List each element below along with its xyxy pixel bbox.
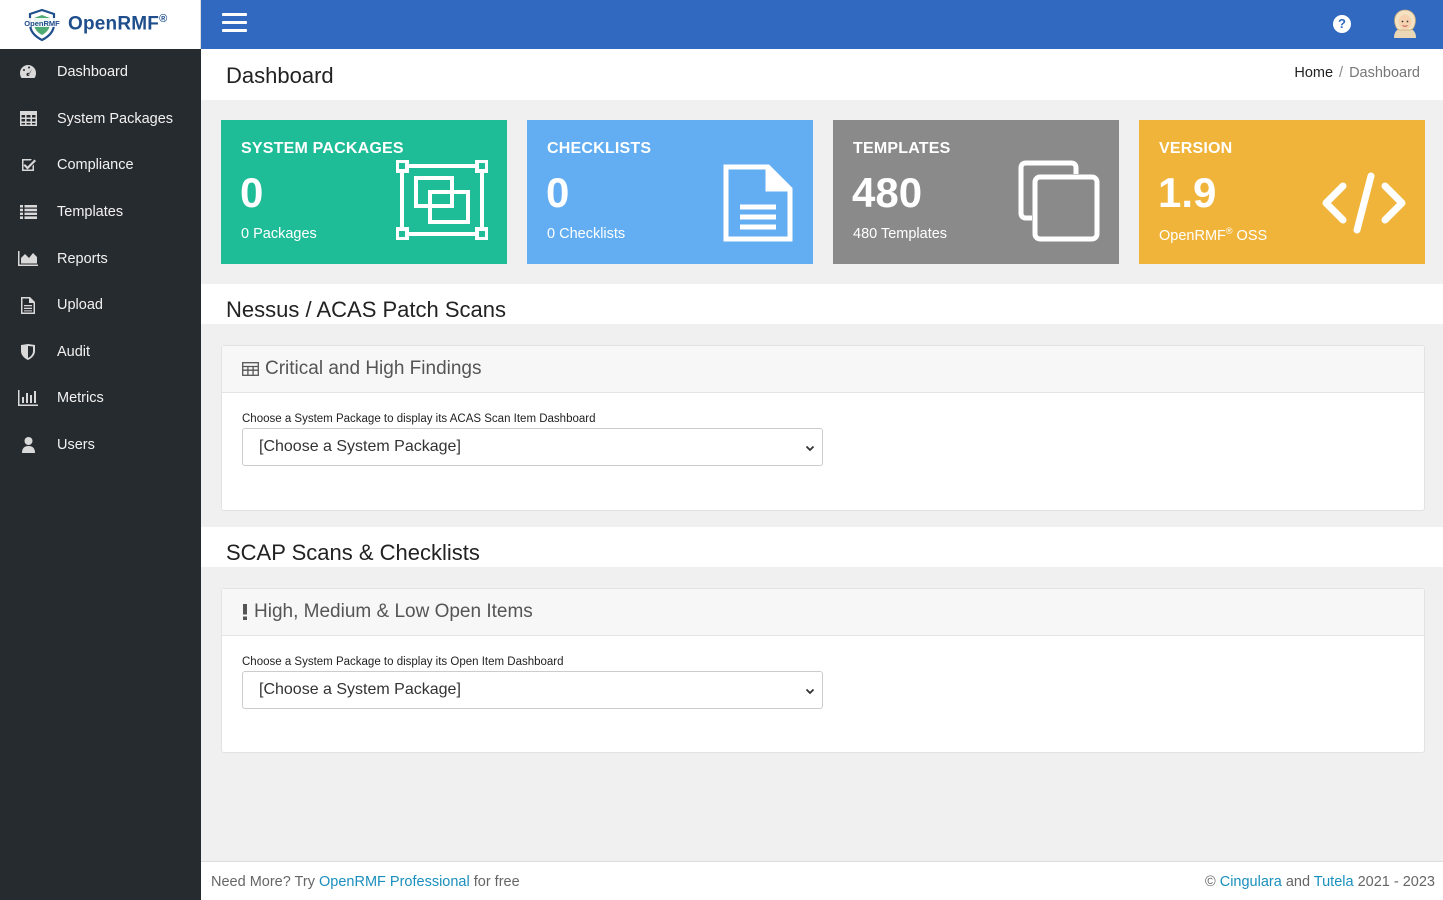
- code-icon: [1321, 172, 1407, 239]
- chevron-down-icon: [804, 441, 816, 459]
- field-label: Choose a System Package to display its O…: [242, 656, 564, 668]
- info-box-subtext: 480 Templates: [853, 226, 948, 242]
- content-header: Dashboard Home / Dashboard: [201, 49, 1443, 100]
- section-band-nessus: Nessus / ACAS Patch Scans: [201, 284, 1443, 324]
- page-title: Dashboard: [226, 63, 334, 88]
- sidebar-item-label: Metrics: [57, 390, 104, 407]
- openrmf-logo: OpenRMF: [22, 8, 62, 42]
- table-icon: [18, 110, 38, 128]
- system-package-select-acas[interactable]: [Choose a System Package]: [242, 428, 823, 466]
- info-box-subtext: 0 Checklists: [547, 226, 626, 242]
- sidebar-item-label: Dashboard: [57, 64, 128, 81]
- exclamation-icon: [242, 604, 248, 620]
- gauge-icon: [18, 63, 38, 81]
- breadcrumb-separator: /: [1339, 65, 1344, 81]
- help-icon[interactable]: ?: [1333, 15, 1351, 33]
- info-box-title: SYSTEM PACKAGES: [241, 140, 404, 157]
- info-box-checklists[interactable]: CHECKLISTS 0 0 Checklists: [527, 120, 813, 264]
- table-icon: [242, 362, 259, 376]
- info-box-subtext: OpenRMF® OSS: [1159, 226, 1268, 244]
- cingulara-link[interactable]: Cingulara: [1220, 874, 1282, 890]
- logo-text: OpenRMF: [24, 18, 60, 28]
- topbar: ?: [201, 0, 1443, 49]
- sidebar-item-label: Compliance: [57, 157, 134, 174]
- breadcrumb: Home / Dashboard: [1294, 65, 1420, 81]
- copy-icon: [1018, 160, 1100, 247]
- select-value: [Choose a System Package]: [259, 681, 461, 698]
- info-box-title: TEMPLATES: [853, 140, 951, 157]
- brand[interactable]: OpenRMF OpenRMF®: [0, 0, 201, 49]
- sidebar-item-label: Audit: [57, 343, 91, 360]
- sidebar-item-label: Upload: [57, 297, 103, 314]
- breadcrumb-home[interactable]: Home: [1294, 65, 1333, 81]
- sidebar-item-users[interactable]: Users: [0, 422, 201, 469]
- info-box-value: 0: [240, 169, 264, 216]
- menu-toggle-icon[interactable]: [222, 13, 247, 35]
- info-box-subtext: 0 Packages: [241, 226, 317, 242]
- object-group-icon: [395, 159, 489, 245]
- openrmf-professional-link[interactable]: OpenRMF Professional: [319, 874, 470, 890]
- info-box-value: 480: [852, 169, 923, 216]
- sidebar-item-system-packages[interactable]: System Packages: [0, 96, 201, 143]
- card-header: Critical and High Findings: [222, 346, 1424, 393]
- info-box-title: CHECKLISTS: [547, 140, 652, 157]
- card-title: Critical and High Findings: [265, 358, 482, 379]
- file-icon: [18, 296, 38, 314]
- sidebar-item-label: System Packages: [57, 110, 174, 127]
- info-box-value: 1.9: [1158, 169, 1217, 216]
- info-box-templates[interactable]: TEMPLATES 480 480 Templates: [833, 120, 1119, 264]
- footer: Need More? Try OpenRMF Professional for …: [201, 861, 1443, 900]
- shield-icon: [18, 343, 38, 361]
- check-square-icon: [18, 156, 38, 174]
- sidebar-item-audit[interactable]: Audit: [0, 329, 201, 376]
- sidebar-item-compliance[interactable]: Compliance: [0, 142, 201, 189]
- list-icon: [18, 203, 38, 221]
- info-box-system-packages[interactable]: SYSTEM PACKAGES 0 0 Packages: [221, 120, 507, 264]
- section-title-scap: SCAP Scans & Checklists: [226, 540, 480, 565]
- sidebar-nav: Dashboard System Packages Compliance Tem…: [0, 49, 201, 468]
- user-avatar[interactable]: [1391, 8, 1419, 38]
- card-critical-high-findings: Critical and High Findings Choose a Syst…: [221, 345, 1425, 511]
- sidebar-item-label: Templates: [57, 204, 124, 221]
- field-label: Choose a System Package to display its A…: [242, 413, 596, 425]
- sidebar-item-dashboard[interactable]: Dashboard: [0, 49, 201, 96]
- card-title: High, Medium & Low Open Items: [254, 601, 533, 622]
- sidebar-item-label: Users: [57, 437, 95, 454]
- footer-left: Need More? Try OpenRMF Professional for …: [211, 874, 520, 890]
- footer-right: © Cingulara and Tutela 2021 - 2023: [1205, 874, 1435, 890]
- select-value: [Choose a System Package]: [259, 438, 461, 455]
- sidebar-item-label: Reports: [57, 250, 108, 267]
- sidebar-item-reports[interactable]: Reports: [0, 235, 201, 282]
- sidebar-item-templates[interactable]: Templates: [0, 189, 201, 236]
- section-title-nessus: Nessus / ACAS Patch Scans: [226, 297, 507, 322]
- section-band-scap: SCAP Scans & Checklists: [201, 527, 1443, 567]
- system-package-select-open-items[interactable]: [Choose a System Package]: [242, 671, 823, 709]
- tutela-link[interactable]: Tutela: [1314, 874, 1354, 890]
- info-box-value: 0: [546, 169, 570, 216]
- card-header: High, Medium & Low Open Items: [222, 589, 1424, 636]
- card-body: Choose a System Package to display its A…: [222, 393, 1424, 466]
- sidebar-item-upload[interactable]: Upload: [0, 282, 201, 329]
- bar-chart-icon: [18, 389, 38, 407]
- card-open-items: High, Medium & Low Open Items Choose a S…: [221, 588, 1425, 753]
- card-body: Choose a System Package to display its O…: [222, 636, 1424, 709]
- file-text-icon: [722, 163, 794, 248]
- brand-name: OpenRMF®: [68, 13, 168, 35]
- breadcrumb-current: Dashboard: [1349, 65, 1420, 81]
- info-box-version[interactable]: VERSION 1.9 OpenRMF® OSS: [1139, 120, 1425, 264]
- user-icon: [18, 436, 38, 454]
- info-box-title: VERSION: [1159, 140, 1233, 157]
- sidebar-item-metrics[interactable]: Metrics: [0, 375, 201, 422]
- area-chart-icon: [18, 250, 38, 268]
- chevron-down-icon: [804, 684, 816, 702]
- sidebar: OpenRMF OpenRMF® Dashboard System Packag…: [0, 0, 201, 900]
